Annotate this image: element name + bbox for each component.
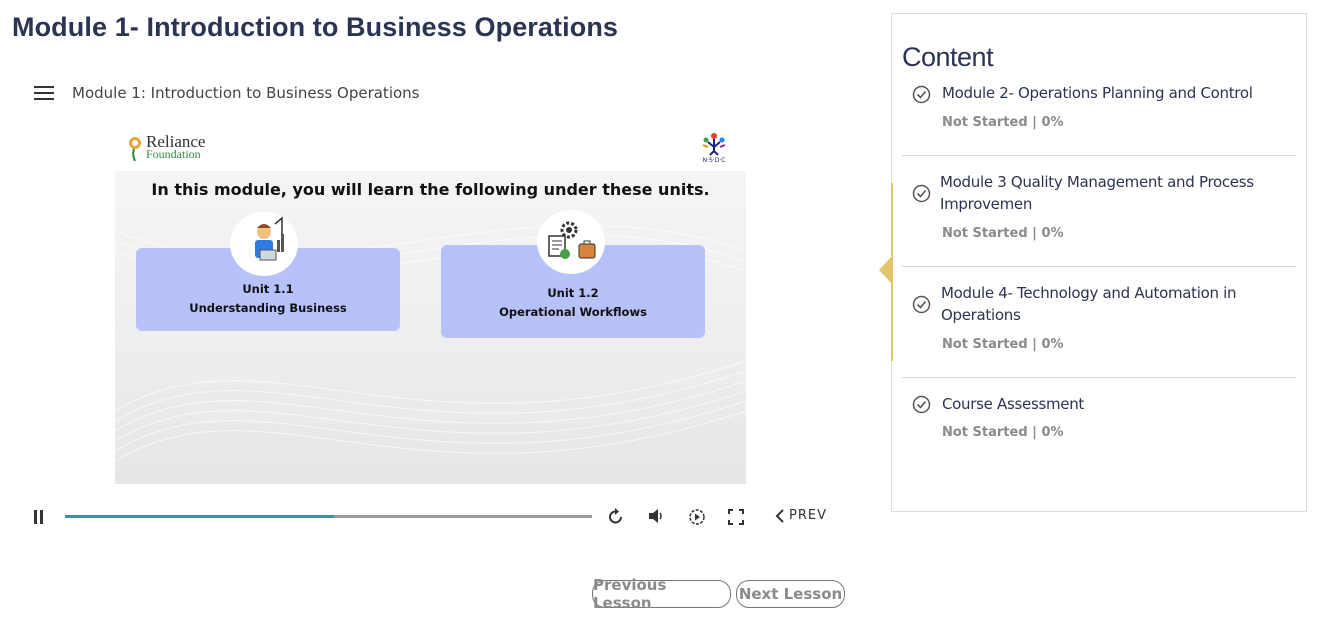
prev-label: PREV (789, 508, 827, 523)
player-header: Module 1: Introduction to Business Opera… (34, 84, 419, 102)
prev-button[interactable]: PREV (775, 508, 827, 523)
content-sidebar: Content Module 2- Operations Planning an… (879, 13, 1307, 512)
sidebar-item-status: Not Started | 0% (942, 115, 1064, 130)
unit-name: Understanding Business (189, 301, 347, 315)
sidebar-item-title: Module 4- Technology and Automation in O… (941, 284, 1237, 324)
sidebar-item-status: Not Started | 0% (942, 337, 1064, 352)
sidebar-item-title: Module 2- Operations Planning and Contro… (942, 84, 1253, 102)
replay-icon[interactable] (608, 508, 624, 531)
video-slide[interactable]: Reliance Foundation N·S·D·C In this modu… (115, 125, 746, 484)
sidebar-item-title: Module 3 Quality Management and Process … (940, 173, 1254, 213)
sidebar-item-status: Not Started | 0% (942, 226, 1064, 241)
unit-number: Unit 1.2 (547, 286, 599, 300)
unit-name: Operational Workflows (499, 305, 647, 319)
previous-lesson-button[interactable]: Previous Lesson (592, 576, 731, 612)
sidebar-item-status: Not Started | 0% (942, 425, 1064, 440)
check-circle-icon (912, 184, 931, 203)
player-controls: PREV (30, 505, 840, 529)
logo-line-2: Foundation (146, 147, 201, 161)
page-title: Module 1- Introduction to Business Opera… (12, 12, 619, 42)
sidebar-item-course-assessment[interactable]: Course Assessment Not Started | 0% (902, 378, 1296, 458)
hamburger-menu-icon[interactable] (34, 86, 54, 100)
active-arrow-indicator (879, 257, 891, 283)
slide-heading: In this module, you will learn the follo… (151, 180, 710, 199)
businessman-icon (230, 212, 298, 276)
check-circle-icon (912, 395, 931, 414)
nsdc-text: N·S·D·C (703, 157, 726, 164)
next-lesson-button[interactable]: Next Lesson (736, 580, 845, 608)
progress-bar[interactable] (65, 515, 592, 518)
chevron-left-icon (775, 508, 784, 523)
sidebar-item-module-3[interactable]: Module 3 Quality Management and Process … (902, 156, 1296, 267)
nsdc-logo: N·S·D·C (694, 131, 734, 167)
workflow-gear-icon (537, 210, 605, 274)
reliance-flame-icon (127, 135, 143, 162)
active-indicator (891, 183, 893, 361)
sidebar-item-module-2[interactable]: Module 2- Operations Planning and Contro… (902, 76, 1296, 156)
unit-number: Unit 1.1 (242, 282, 294, 296)
reliance-foundation-logo: Reliance Foundation (127, 133, 205, 162)
check-circle-icon (912, 85, 931, 104)
player-title: Module 1: Introduction to Business Opera… (72, 84, 420, 102)
sidebar-title: Content (902, 42, 994, 72)
slide-topbar: Reliance Foundation N·S·D·C (115, 125, 746, 171)
progress-fill (65, 515, 334, 518)
volume-icon[interactable] (648, 508, 666, 529)
check-circle-icon (912, 295, 931, 314)
fullscreen-icon[interactable] (728, 509, 744, 530)
sidebar-item-module-4[interactable]: Module 4- Technology and Automation in O… (902, 267, 1296, 378)
sidebar-item-title: Course Assessment (942, 395, 1085, 413)
playback-speed-icon[interactable] (688, 508, 706, 531)
pause-icon[interactable] (33, 510, 45, 529)
